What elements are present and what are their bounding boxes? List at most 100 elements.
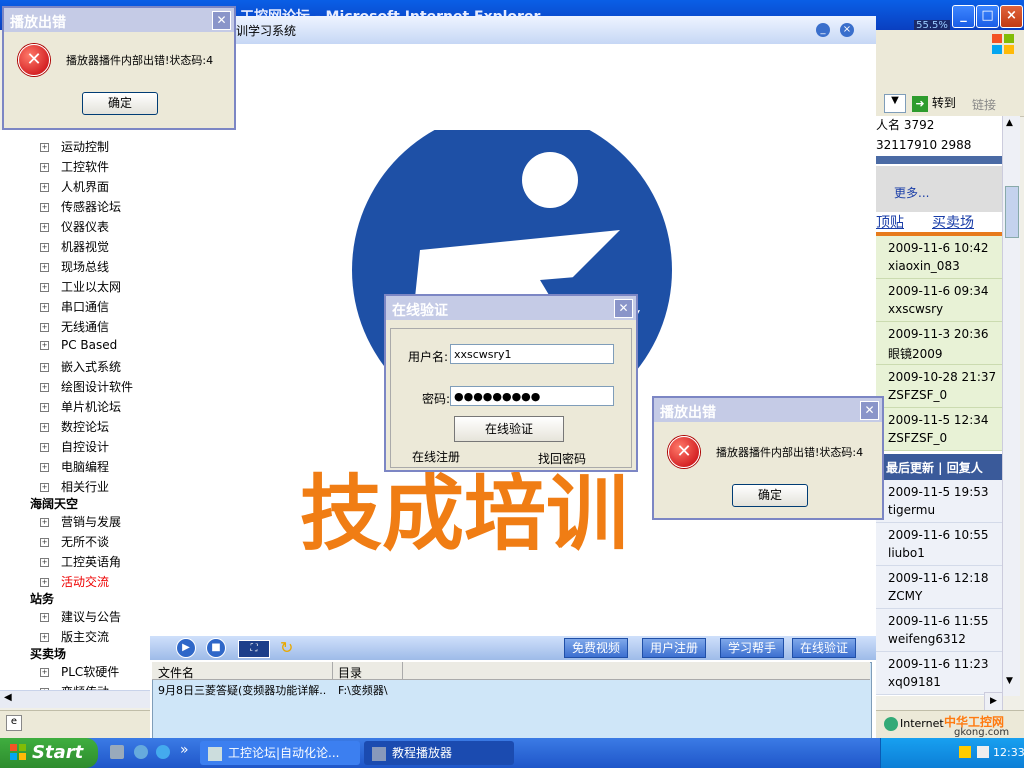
- tree-item[interactable]: + 无线通信: [40, 318, 109, 335]
- tree-item-label[interactable]: 建议与公告: [61, 610, 121, 624]
- tree-item[interactable]: + 传感器论坛: [40, 198, 121, 215]
- player-minimize-button[interactable]: _: [816, 23, 830, 37]
- recover-password-link[interactable]: 找回密码: [538, 450, 586, 467]
- tree-item[interactable]: + 现场总线: [40, 258, 109, 275]
- expand-icon[interactable]: +: [40, 263, 49, 272]
- folder-refresh-icon[interactable]: ↻: [280, 638, 302, 658]
- register-link[interactable]: 在线注册: [412, 448, 460, 465]
- post-entry[interactable]: 2009-11-5 12:34 ZSFZSF_0: [876, 408, 1002, 451]
- tree-item[interactable]: + PC Based: [40, 338, 117, 352]
- password-field[interactable]: ●●●●●●●●●: [450, 386, 614, 406]
- expand-icon[interactable]: +: [40, 363, 49, 372]
- expand-icon[interactable]: +: [40, 518, 49, 527]
- tree-item-label[interactable]: 无所不谈: [61, 535, 109, 549]
- post-entry[interactable]: 2009-11-6 10:55 liubo1: [876, 523, 1002, 566]
- expand-icon[interactable]: +: [40, 283, 49, 292]
- tree-item-label[interactable]: 活动交流: [61, 575, 109, 589]
- close-button[interactable]: ×: [1000, 5, 1023, 28]
- expand-icon[interactable]: +: [40, 423, 49, 432]
- tree-item-label[interactable]: 工控英语角: [61, 555, 121, 569]
- post-entry[interactable]: 2009-11-6 11:55 weifeng6312: [876, 609, 1002, 652]
- tray-network-icon[interactable]: [977, 746, 989, 758]
- error-dialog-1-close-button[interactable]: ✕: [212, 11, 231, 30]
- scroll-down-icon[interactable]: ▼: [1006, 676, 1013, 686]
- error-dialog-2-ok-button[interactable]: 确定: [732, 484, 808, 507]
- tree-item[interactable]: + 机器视觉: [40, 238, 109, 255]
- post-user[interactable]: xiaoxin_083: [888, 259, 960, 273]
- start-button[interactable]: Start: [0, 738, 98, 768]
- tree-item[interactable]: + 营销与发展: [40, 513, 121, 530]
- expand-icon[interactable]: +: [40, 538, 49, 547]
- tree-item[interactable]: + 运动控制: [40, 138, 109, 155]
- tree-item-label[interactable]: 运动控制: [61, 140, 109, 154]
- post-user[interactable]: weifeng6312: [888, 632, 966, 646]
- tree-item-label[interactable]: 串口通信: [61, 300, 109, 314]
- tree-item-label[interactable]: 电脑编程: [61, 460, 109, 474]
- tab-market[interactable]: 买卖场: [932, 212, 974, 232]
- tree-item[interactable]: + 自控设计: [40, 438, 109, 455]
- tree-section-section3[interactable]: 买卖场: [30, 645, 66, 662]
- tree-item[interactable]: + PLC软硬件: [40, 663, 119, 680]
- expand-icon[interactable]: +: [40, 613, 49, 622]
- expand-icon[interactable]: +: [40, 443, 49, 452]
- error-dialog-2-close-button[interactable]: ✕: [860, 401, 879, 420]
- tree-item[interactable]: + 建议与公告: [40, 608, 121, 625]
- tree-item[interactable]: + 相关行业: [40, 478, 109, 495]
- minimize-button[interactable]: _: [952, 5, 975, 28]
- expand-icon[interactable]: +: [40, 163, 49, 172]
- tree-item[interactable]: + 活动交流: [40, 573, 109, 590]
- tree-item-label[interactable]: 嵌入式系统: [61, 360, 121, 374]
- quicklaunch-browser-icon[interactable]: [156, 745, 170, 759]
- tree-section-section2[interactable]: 站务: [30, 590, 54, 607]
- tree-item-label[interactable]: 数控论坛: [61, 420, 109, 434]
- tree-item-label[interactable]: 人机界面: [61, 180, 109, 194]
- user-register-button[interactable]: 用户注册: [642, 638, 706, 658]
- scroll-thumb[interactable]: [1005, 186, 1019, 238]
- tree-item[interactable]: + 工控软件: [40, 158, 109, 175]
- tree-item-label[interactable]: 工业以太网: [61, 280, 121, 294]
- expand-icon[interactable]: +: [40, 383, 49, 392]
- task-forum-ie[interactable]: 工控论坛|自动化论...: [200, 741, 360, 765]
- post-entry[interactable]: 2009-11-6 10:42 xiaoxin_083: [876, 236, 1002, 279]
- tree-item[interactable]: + 工控英语角: [40, 553, 121, 570]
- post-entry[interactable]: 2009-10-28 21:37 ZSFZSF_0: [876, 365, 1002, 408]
- tree-item-label[interactable]: 单片机论坛: [61, 400, 121, 414]
- expand-icon[interactable]: +: [40, 143, 49, 152]
- expand-icon[interactable]: +: [40, 203, 49, 212]
- tree-item[interactable]: +变频传动: [40, 683, 109, 690]
- task-player[interactable]: 教程播放器: [364, 741, 514, 765]
- post-entry[interactable]: 2009-11-6 09:34 xxscwsry: [876, 279, 1002, 322]
- stop-button[interactable]: ■: [206, 638, 226, 658]
- tree-item[interactable]: + 串口通信: [40, 298, 109, 315]
- tree-item[interactable]: + 人机界面: [40, 178, 109, 195]
- verify-button[interactable]: 在线验证: [454, 416, 564, 442]
- tree-item[interactable]: + 绘图设计软件: [40, 378, 133, 395]
- expand-icon[interactable]: +: [40, 633, 49, 642]
- tree-item-label[interactable]: PLC软硬件: [61, 665, 119, 679]
- expand-icon[interactable]: +: [40, 323, 49, 332]
- tree-item-label[interactable]: 绘图设计软件: [61, 380, 133, 394]
- login-dialog-close-button[interactable]: ✕: [614, 299, 633, 318]
- tree-item[interactable]: + 仪器仪表: [40, 218, 109, 235]
- expand-icon[interactable]: +: [40, 463, 49, 472]
- post-entry[interactable]: 2009-11-3 20:36 眼镜2009: [876, 322, 1002, 365]
- tree-item-label[interactable]: 传感器论坛: [61, 200, 121, 214]
- tree-item-label[interactable]: PC Based: [61, 338, 117, 352]
- fullscreen-icon[interactable]: ⛶: [238, 640, 270, 658]
- tree-item-label[interactable]: 现场总线: [61, 260, 109, 274]
- expand-icon[interactable]: +: [40, 341, 49, 350]
- quicklaunch-desktop-icon[interactable]: [110, 745, 124, 759]
- online-verify-button[interactable]: 在线验证: [792, 638, 856, 658]
- scroll-left-icon[interactable]: ◀: [4, 692, 12, 703]
- expand-icon[interactable]: +: [40, 558, 49, 567]
- tray-warning-icon[interactable]: [959, 746, 971, 758]
- tab-top-posts[interactable]: 顶贴: [876, 212, 904, 232]
- tree-item[interactable]: + 无所不谈: [40, 533, 109, 550]
- tree-item[interactable]: + 电脑编程: [40, 458, 109, 475]
- player-close-button[interactable]: ×: [840, 23, 854, 37]
- expand-icon[interactable]: +: [40, 403, 49, 412]
- post-user[interactable]: ZCMY: [888, 589, 922, 603]
- expand-icon[interactable]: +: [40, 578, 49, 587]
- post-user[interactable]: xxscwsry: [888, 302, 943, 316]
- post-user[interactable]: 眼镜2009: [888, 345, 943, 362]
